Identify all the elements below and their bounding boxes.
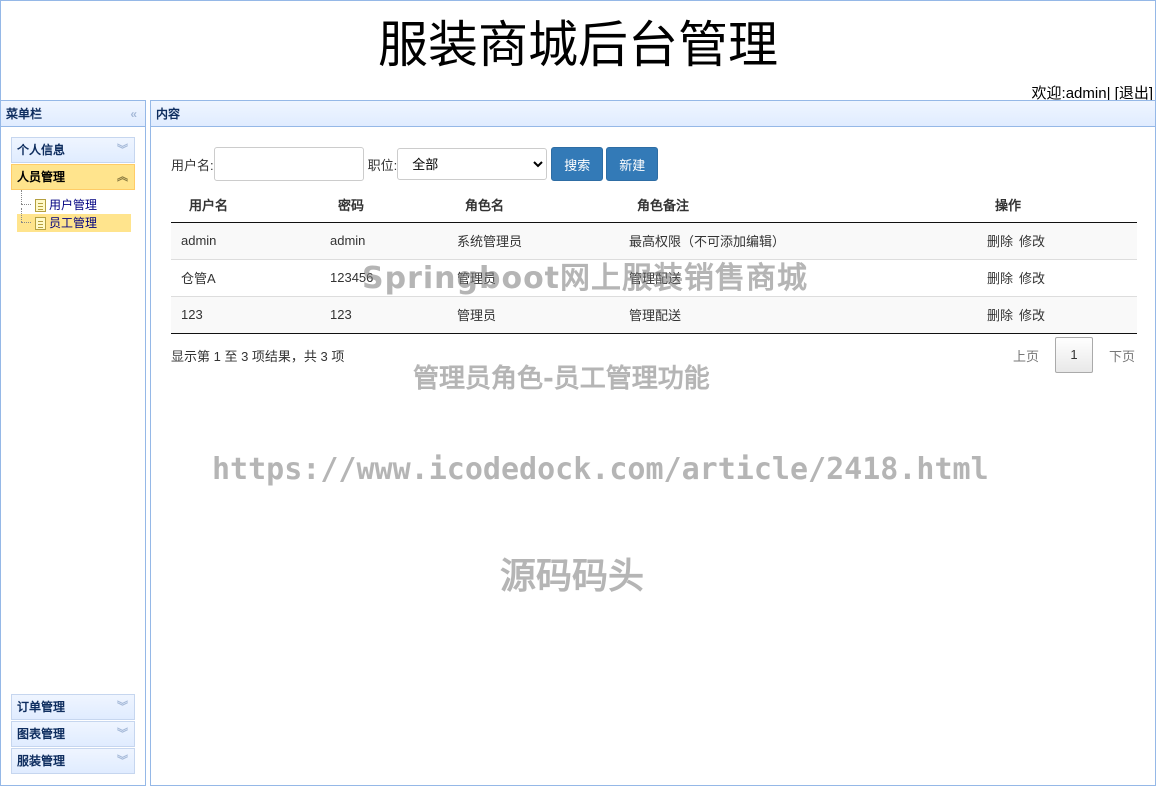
edit-link[interactable]: 修改	[1019, 271, 1045, 286]
menu-panel-title: 菜单栏	[6, 107, 43, 121]
double-chevron-down-icon: ︾	[117, 728, 128, 740]
content-panel-title: 内容	[156, 107, 181, 121]
cell-username: 仓管A	[171, 259, 320, 297]
cell-actions: 删除 修改	[977, 296, 1137, 334]
watermark-subtitle: 管理员角色-员工管理功能	[413, 364, 710, 394]
cell-role: 管理员	[447, 296, 619, 334]
double-chevron-left-icon[interactable]: «	[130, 101, 137, 127]
column-header-username: 用户名	[171, 187, 320, 223]
tree-connector	[21, 208, 22, 222]
menu-group-clothing-management[interactable]: 服装管理 ︾	[11, 748, 135, 774]
sidebar-menu: 菜单栏 « 个人信息 ︾ 人员管理 ︽ 用户管理 员工管理 订单管理 ︾ 图表管…	[0, 100, 146, 786]
menu-group-label: 订单管理	[17, 700, 66, 714]
prev-page-button[interactable]: 上页	[1013, 346, 1039, 365]
content-panel-header: 内容	[151, 101, 1155, 127]
accordion-bottom: 订单管理 ︾ 图表管理 ︾ 服装管理 ︾	[11, 694, 135, 775]
watermark-brand: 源码码头	[500, 556, 645, 597]
menu-group-personal-info[interactable]: 个人信息 ︾	[11, 137, 135, 163]
username-label: 用户名:	[171, 157, 214, 173]
tree-item-employee-management[interactable]: 员工管理	[17, 208, 131, 232]
table-header-row: 用户名 密码 角色名 角色备注 操作	[171, 187, 1137, 223]
menu-group-label: 服装管理	[17, 754, 66, 768]
double-chevron-down-icon: ︾	[117, 701, 128, 713]
column-header-password: 密码	[320, 187, 447, 223]
cell-actions: 删除 修改	[977, 259, 1137, 297]
tree-item-user-management[interactable]: 用户管理	[17, 190, 131, 214]
menu-group-label: 图表管理	[17, 727, 66, 741]
new-button[interactable]: 新建	[606, 147, 659, 181]
edit-link[interactable]: 修改	[1019, 308, 1045, 323]
double-chevron-down-icon: ︾	[117, 755, 128, 767]
cell-username: admin	[171, 222, 320, 260]
username-search-input[interactable]	[213, 147, 364, 181]
watermark-url: https://www.icodedock.com/article/2418.h…	[212, 452, 989, 487]
file-icon	[35, 199, 46, 212]
column-header-role-note: 角色备注	[619, 187, 977, 223]
tree-item-label: 员工管理	[49, 216, 98, 230]
delete-link[interactable]: 删除	[987, 271, 1013, 286]
column-header-actions: 操作	[977, 187, 1137, 223]
double-chevron-down-icon: ︾	[117, 144, 128, 156]
double-chevron-up-icon: ︽	[117, 171, 128, 183]
column-header-role: 角色名	[447, 187, 619, 223]
next-page-button[interactable]: 下页	[1109, 346, 1135, 365]
current-page-button[interactable]: 1	[1054, 337, 1093, 373]
delete-link[interactable]: 删除	[987, 308, 1013, 323]
role-label: 职位:	[367, 157, 398, 173]
menu-group-staff-management[interactable]: 人员管理 ︽	[11, 164, 135, 190]
page-title: 服装商城后台管理	[378, 16, 778, 74]
tree-connector	[21, 204, 31, 205]
watermark-title: Springboot网上服装销售商城	[362, 261, 809, 296]
cell-role-note: 管理配送	[619, 296, 977, 334]
menu-panel-header: 菜单栏 «	[1, 101, 145, 127]
cell-username: 123	[171, 296, 320, 334]
role-select[interactable]: 全部	[397, 148, 548, 180]
table-summary: 显示第 1 至 3 项结果，共 3 项	[171, 349, 345, 364]
search-bar: 用户名: 职位: 全部 搜索 新建	[171, 147, 661, 181]
menu-group-chart-management[interactable]: 图表管理 ︾	[11, 721, 135, 747]
accordion-top: 个人信息 ︾ 人员管理 ︽	[11, 137, 135, 191]
search-button[interactable]: 搜索	[551, 147, 604, 181]
tree-connector	[21, 190, 22, 204]
pagination: 上页 1 下页	[1013, 337, 1135, 373]
cell-actions: 删除 修改	[977, 222, 1137, 260]
menu-group-label: 个人信息	[17, 143, 66, 157]
table-row: 123 123 管理员 管理配送 删除 修改	[171, 296, 1137, 334]
file-icon	[35, 217, 46, 230]
page-header: 服装商城后台管理 欢迎:admin| [退出]	[0, 0, 1156, 102]
menu-group-order-management[interactable]: 订单管理 ︾	[11, 694, 135, 720]
tree-item-label: 用户管理	[49, 198, 98, 212]
delete-link[interactable]: 删除	[987, 234, 1013, 249]
menu-group-label: 人员管理	[17, 170, 66, 184]
content-panel: 内容 用户名: 职位: 全部 搜索 新建 用户名 密码 角色名 角色备注 操作 …	[150, 100, 1156, 786]
cell-password: 123	[320, 296, 447, 334]
edit-link[interactable]: 修改	[1019, 234, 1045, 249]
tree-connector	[21, 222, 31, 223]
menu-tree: 用户管理 员工管理	[17, 190, 131, 232]
